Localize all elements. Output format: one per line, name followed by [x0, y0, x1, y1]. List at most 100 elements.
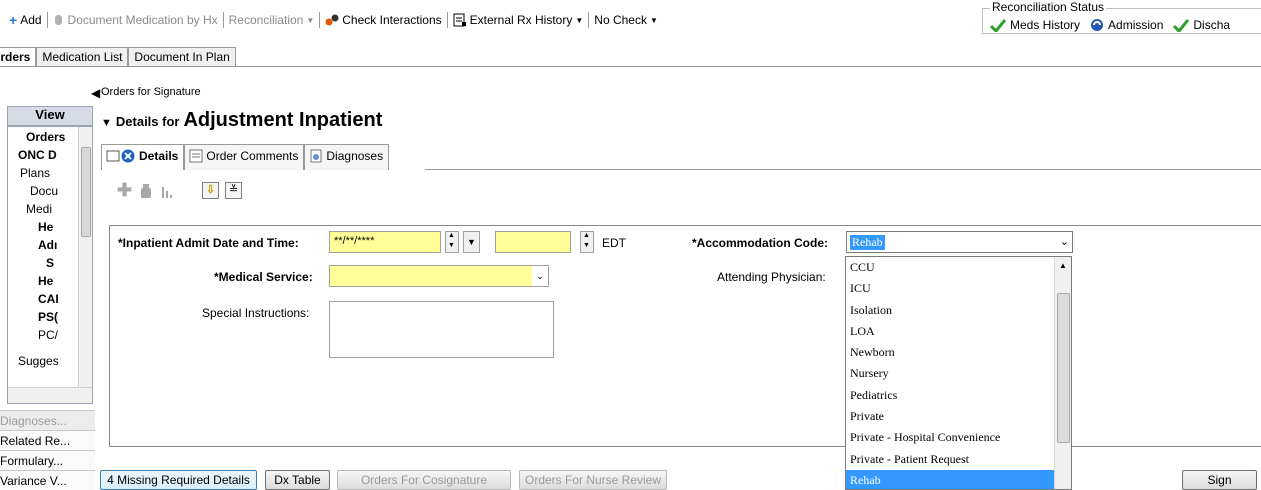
comments-icon — [189, 149, 203, 170]
sign-button[interactable]: Sign — [1182, 470, 1257, 490]
dropdown-option[interactable]: Pediatrics — [846, 385, 1071, 406]
checkmark-icon — [990, 18, 1006, 32]
dropdown-scrollbar[interactable]: ▲ — [1054, 257, 1071, 489]
document-medication-button[interactable]: Document Medication by Hx — [48, 11, 223, 29]
subtabs-divider — [425, 169, 1261, 170]
dropdown-option[interactable]: Private — [846, 406, 1071, 427]
external-rx-history-menu[interactable]: External Rx History ▼ — [448, 11, 589, 29]
chevron-down-icon: ▼ — [575, 15, 584, 25]
accommodation-dropdown-list[interactable]: CCU ICU Isolation LOA Newborn Nursery Pe… — [845, 256, 1072, 490]
tab-orders[interactable]: Orders — [0, 47, 37, 67]
chevron-down-icon: ⌄ — [1059, 236, 1069, 248]
admission-status[interactable]: Admission — [1090, 18, 1163, 32]
dropdown-option[interactable]: Private - Patient Request — [846, 449, 1071, 470]
tree-item[interactable]: PC/ — [38, 327, 58, 343]
reconciliation-status-title: Reconciliation Status — [990, 0, 1107, 14]
tree-item[interactable]: Adı — [38, 237, 57, 253]
side-link-variance[interactable]: Variance V... — [0, 470, 95, 490]
attending-physician-label: Attending Physician: — [717, 270, 826, 284]
bottle-icon[interactable] — [138, 183, 154, 199]
orders-for-cosignature-button[interactable]: Orders For Cosignature — [337, 470, 511, 490]
expand-all-button[interactable]: ≚ — [225, 182, 243, 199]
medical-service-select[interactable] — [329, 265, 534, 287]
details-order-name: Adjustment Inpatient — [183, 109, 383, 131]
pill-icon — [53, 14, 65, 26]
admit-time-input[interactable] — [495, 231, 571, 253]
accommodation-code-value: Rehab — [850, 235, 885, 250]
main-tabs: Orders Medication List Document In Plan — [0, 47, 236, 67]
scroll-thumb[interactable] — [81, 147, 91, 237]
details-title: ▼ Details for Adjustment Inpatient — [101, 109, 382, 132]
dropdown-option[interactable]: CCU — [846, 257, 1071, 278]
chevron-down-icon: ▼ — [649, 15, 658, 25]
meds-history-status[interactable]: Meds History — [990, 18, 1080, 32]
tab-details[interactable]: Details — [101, 144, 185, 170]
dropdown-option[interactable]: Private - Hospital Convenience — [846, 427, 1071, 448]
tree-item[interactable]: Medi — [26, 201, 52, 217]
no-check-menu[interactable]: No Check ▼ — [589, 11, 663, 29]
details-error-icon — [106, 149, 136, 170]
tree-item[interactable]: Orders — [26, 129, 65, 145]
dx-table-button[interactable]: Dx Table — [265, 470, 330, 490]
tree-item[interactable]: Docu — [30, 183, 58, 199]
side-links: Diagnoses... Related Re... Formulary... … — [0, 410, 95, 490]
view-panel: View Orders ONC D Plans Docu Medi He Adı… — [7, 106, 93, 406]
scroll-up-icon[interactable]: ▲ — [1059, 261, 1067, 270]
add-detail-icon[interactable]: ✚ — [117, 180, 132, 201]
medical-service-label: *Medical Service: — [214, 270, 313, 284]
reconciliation-status: Reconciliation Status Meds History Admis… — [978, 0, 1261, 40]
double-chevron-down-icon: ≚ — [228, 184, 239, 196]
special-instructions-label: Special Instructions: — [202, 306, 310, 320]
next-required-button[interactable]: ⇩ — [202, 182, 220, 199]
dropdown-option[interactable]: Isolation — [846, 300, 1071, 321]
tab-diagnoses[interactable]: Diagnoses — [304, 144, 390, 170]
details-form: *Inpatient Admit Date and Time: **/**/**… — [109, 225, 1261, 447]
tree-item[interactable]: ONC D — [18, 147, 57, 163]
collapse-arrow-icon[interactable]: ▼ — [101, 117, 112, 129]
tree-item[interactable]: He — [38, 273, 53, 289]
dropdown-option[interactable]: LOA — [846, 321, 1071, 342]
checkmark-icon — [1173, 18, 1190, 32]
collapse-panel-icon[interactable]: ◀ — [91, 86, 100, 100]
missing-details-button[interactable]: 4 Missing Required Details — [100, 470, 257, 490]
tree-horizontal-scrollbar[interactable] — [8, 387, 92, 403]
calendar-dropdown-button[interactable]: ▼ — [463, 231, 480, 253]
tree-item[interactable]: Plans — [20, 165, 50, 181]
details-toolbar: ✚ ⇩ ≚ — [117, 180, 243, 201]
tree-item[interactable]: CAI — [38, 291, 59, 307]
tree-item[interactable]: He — [38, 219, 53, 235]
date-spinner[interactable] — [445, 231, 459, 253]
rx-history-icon — [453, 13, 467, 27]
side-link-formulary[interactable]: Formulary... — [0, 450, 95, 470]
plus-icon: + — [9, 12, 18, 28]
dropdown-option[interactable]: Nursery — [846, 363, 1071, 384]
admit-date-input[interactable]: **/**/**** — [329, 231, 441, 253]
diagnoses-icon — [309, 149, 323, 170]
reconciliation-menu[interactable]: Reconciliation ▼ — [224, 11, 320, 29]
chevron-down-icon[interactable]: ⌄ — [532, 265, 549, 287]
add-button[interactable]: + Add — [4, 11, 47, 29]
orders-for-signature-label: Orders for Signature — [101, 86, 201, 98]
dropdown-option-selected[interactable]: Rehab — [846, 469, 1071, 489]
tree-vertical-scrollbar[interactable] — [78, 127, 92, 387]
dropdown-option[interactable]: ICU — [846, 278, 1071, 299]
tree-item[interactable]: PS( — [38, 309, 58, 325]
tab-order-comments[interactable]: Order Comments — [184, 144, 305, 170]
discharge-status[interactable]: Discha — [1173, 18, 1230, 32]
time-spinner[interactable] — [580, 231, 594, 253]
scroll-thumb[interactable] — [1057, 293, 1070, 443]
bar-chart-icon[interactable] — [160, 183, 176, 199]
dropdown-option[interactable]: Newborn — [846, 342, 1071, 363]
tab-document-in-plan[interactable]: Document In Plan — [128, 47, 236, 67]
orders-for-nurse-review-button[interactable]: Orders For Nurse Review — [519, 470, 667, 490]
side-link-related-results[interactable]: Related Re... — [0, 430, 95, 450]
view-header: View — [7, 106, 93, 126]
timezone-label: EDT — [602, 236, 626, 250]
check-interactions-button[interactable]: Check Interactions — [320, 11, 446, 29]
accommodation-code-select[interactable]: Rehab ⌄ — [846, 231, 1073, 253]
tree-item[interactable]: S — [46, 255, 54, 271]
special-instructions-textarea[interactable] — [329, 301, 554, 358]
tree-item[interactable]: Sugges — [18, 353, 59, 369]
side-link-diagnoses[interactable]: Diagnoses... — [0, 410, 95, 430]
tab-medication-list[interactable]: Medication List — [36, 47, 129, 67]
